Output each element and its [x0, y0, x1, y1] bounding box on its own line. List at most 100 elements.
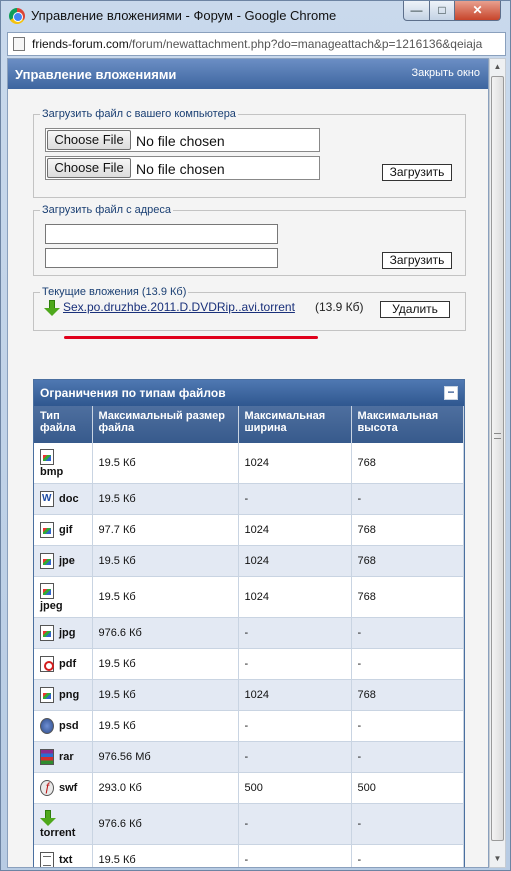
- cell-max-size: 976.6 Кб: [92, 617, 239, 649]
- delete-attachment-button[interactable]: Удалить: [380, 301, 450, 318]
- scroll-down-arrow-icon[interactable]: ▼: [490, 851, 505, 867]
- limits-title: Ограничения по типам файлов: [40, 386, 226, 400]
- current-attachments-fieldset: Текущие вложения (13.9 Кб) Sex.po.druzhb…: [33, 286, 466, 331]
- url-text[interactable]: friends-forum.com/forum/newattachment.ph…: [32, 37, 502, 51]
- table-row: doc19.5 Кб--: [34, 483, 464, 515]
- cell-max-height: -: [351, 710, 464, 742]
- image-icon: [40, 583, 54, 599]
- cell-type: rar: [34, 741, 93, 773]
- rar-archive-icon: [40, 749, 54, 765]
- red-annotation-underline: [64, 336, 318, 339]
- table-row: bmp 19.5 Кб 1024 768: [34, 443, 464, 484]
- vertical-scrollbar[interactable]: ▲ ▼: [489, 58, 506, 868]
- cell-type: psd: [34, 710, 93, 742]
- scroll-up-arrow-icon[interactable]: ▲: [490, 59, 505, 75]
- cell-max-height: -: [351, 648, 464, 680]
- table-row: swf293.0 Кб500500: [34, 772, 464, 804]
- cell-max-height: -: [351, 617, 464, 649]
- col-header-size: Максимальный размер файла: [92, 406, 239, 443]
- file-extension: jpe: [59, 554, 75, 567]
- choose-file-button-2[interactable]: Choose File: [47, 158, 131, 178]
- upload-url-button[interactable]: Загрузить: [382, 252, 452, 269]
- cell-type: swf: [34, 772, 93, 804]
- cell-max-size: 19.5 Кб: [92, 545, 239, 577]
- title-bar: Управление вложениями - Форум - Google C…: [1, 1, 510, 31]
- cell-type: txt: [34, 844, 93, 867]
- file-input-2[interactable]: Choose File No file chosen: [45, 156, 320, 180]
- no-file-chosen-1: No file chosen: [136, 133, 225, 149]
- address-bar[interactable]: friends-forum.com/forum/newattachment.ph…: [7, 32, 506, 56]
- cell-max-size: 19.5 Кб: [92, 443, 239, 484]
- file-extension: pdf: [59, 657, 77, 670]
- upload-local-legend: Загрузить файл с вашего компьютера: [42, 108, 236, 120]
- cell-max-width: 1024: [238, 443, 352, 484]
- file-extension: txt: [59, 853, 73, 866]
- attachment-link[interactable]: Sex.po.druzhbe.2011.D.DVDRip..avi.torren…: [63, 300, 295, 314]
- cell-max-size: 19.5 Кб: [92, 648, 239, 680]
- cell-max-height: 768: [351, 514, 464, 546]
- table-row: psd 19.5 Кб - -: [34, 710, 464, 742]
- upload-local-button[interactable]: Загрузить: [382, 164, 452, 181]
- cell-max-height: 768: [351, 443, 464, 484]
- cell-max-size: 19.5 Кб: [92, 679, 239, 711]
- panel-title: Управление вложениями: [15, 67, 177, 82]
- file-extension: jpg: [59, 626, 76, 639]
- attachment-size: (13.9 Кб): [315, 300, 364, 314]
- url-input-1[interactable]: [45, 224, 278, 244]
- url-input-2[interactable]: [45, 248, 278, 268]
- table-row: jpe 19.5 Кб 1024 768: [34, 545, 464, 577]
- collapse-icon[interactable]: −: [444, 386, 458, 400]
- cell-max-size: 976.6 Кб: [92, 803, 239, 845]
- cell-max-size: 293.0 Кб: [92, 772, 239, 804]
- table-row: pdf 19.5 Кб - -: [34, 648, 464, 680]
- image-icon: [40, 553, 54, 569]
- cell-max-width: -: [238, 648, 352, 680]
- limits-table-body: bmp19.5 Кб1024768doc19.5 Кб--gif97.7 Кб1…: [34, 443, 464, 867]
- file-input-1[interactable]: Choose File No file chosen: [45, 128, 320, 152]
- cell-max-width: -: [238, 710, 352, 742]
- file-extension: rar: [59, 750, 74, 763]
- text-file-icon: [40, 852, 54, 867]
- table-row: jpg 976.6 Кб - -: [34, 617, 464, 649]
- upload-local-fieldset: Загрузить файл с вашего компьютера Choos…: [33, 108, 466, 198]
- cell-max-width: -: [238, 617, 352, 649]
- flash-icon: [40, 780, 54, 796]
- cell-max-width: 1024: [238, 514, 352, 546]
- maximize-button[interactable]: □: [429, 1, 455, 21]
- cell-max-width: -: [238, 803, 352, 845]
- cell-max-width: -: [238, 483, 352, 515]
- word-doc-icon: [40, 491, 54, 507]
- col-header-height: Максимальная высота: [351, 406, 464, 443]
- cell-type: png: [34, 679, 93, 711]
- cell-max-size: 19.5 Кб: [92, 483, 239, 515]
- cell-type: torrent: [34, 803, 93, 845]
- table-row: torrent 976.6 Кб - -: [34, 803, 464, 845]
- col-header-type: Тип файла: [34, 406, 93, 443]
- cell-max-size: 19.5 Кб: [92, 710, 239, 742]
- cell-max-height: 768: [351, 545, 464, 577]
- panel-header: Управление вложениями Закрыть окно: [8, 59, 488, 89]
- browser-window: Управление вложениями - Форум - Google C…: [0, 0, 511, 871]
- pdf-icon: [40, 656, 54, 672]
- close-window-button[interactable]: ✕: [454, 1, 501, 21]
- cell-max-size: 19.5 Кб: [92, 844, 239, 867]
- file-extension: png: [59, 688, 80, 701]
- cell-max-height: -: [351, 483, 464, 515]
- cell-type: jpeg: [34, 576, 93, 618]
- image-icon: [40, 625, 54, 641]
- scroll-thumb[interactable]: [491, 76, 504, 841]
- cell-max-size: 19.5 Кб: [92, 576, 239, 618]
- file-extension: psd: [59, 719, 79, 732]
- cell-max-width: -: [238, 741, 352, 773]
- close-panel-link[interactable]: Закрыть окно: [411, 67, 480, 79]
- psd-icon: [40, 718, 54, 734]
- upload-url-legend: Загрузить файл с адреса: [42, 204, 172, 216]
- table-header-row: Тип файла Максимальный размер файла Макс…: [34, 406, 464, 443]
- cell-max-width: 1024: [238, 679, 352, 711]
- file-extension: doc: [59, 492, 79, 505]
- minimize-button[interactable]: —: [403, 1, 430, 21]
- cell-max-height: 768: [351, 679, 464, 711]
- cell-max-width: 1024: [238, 545, 352, 577]
- choose-file-button-1[interactable]: Choose File: [47, 130, 131, 150]
- limits-table: Тип файла Максимальный размер файла Макс…: [34, 406, 464, 867]
